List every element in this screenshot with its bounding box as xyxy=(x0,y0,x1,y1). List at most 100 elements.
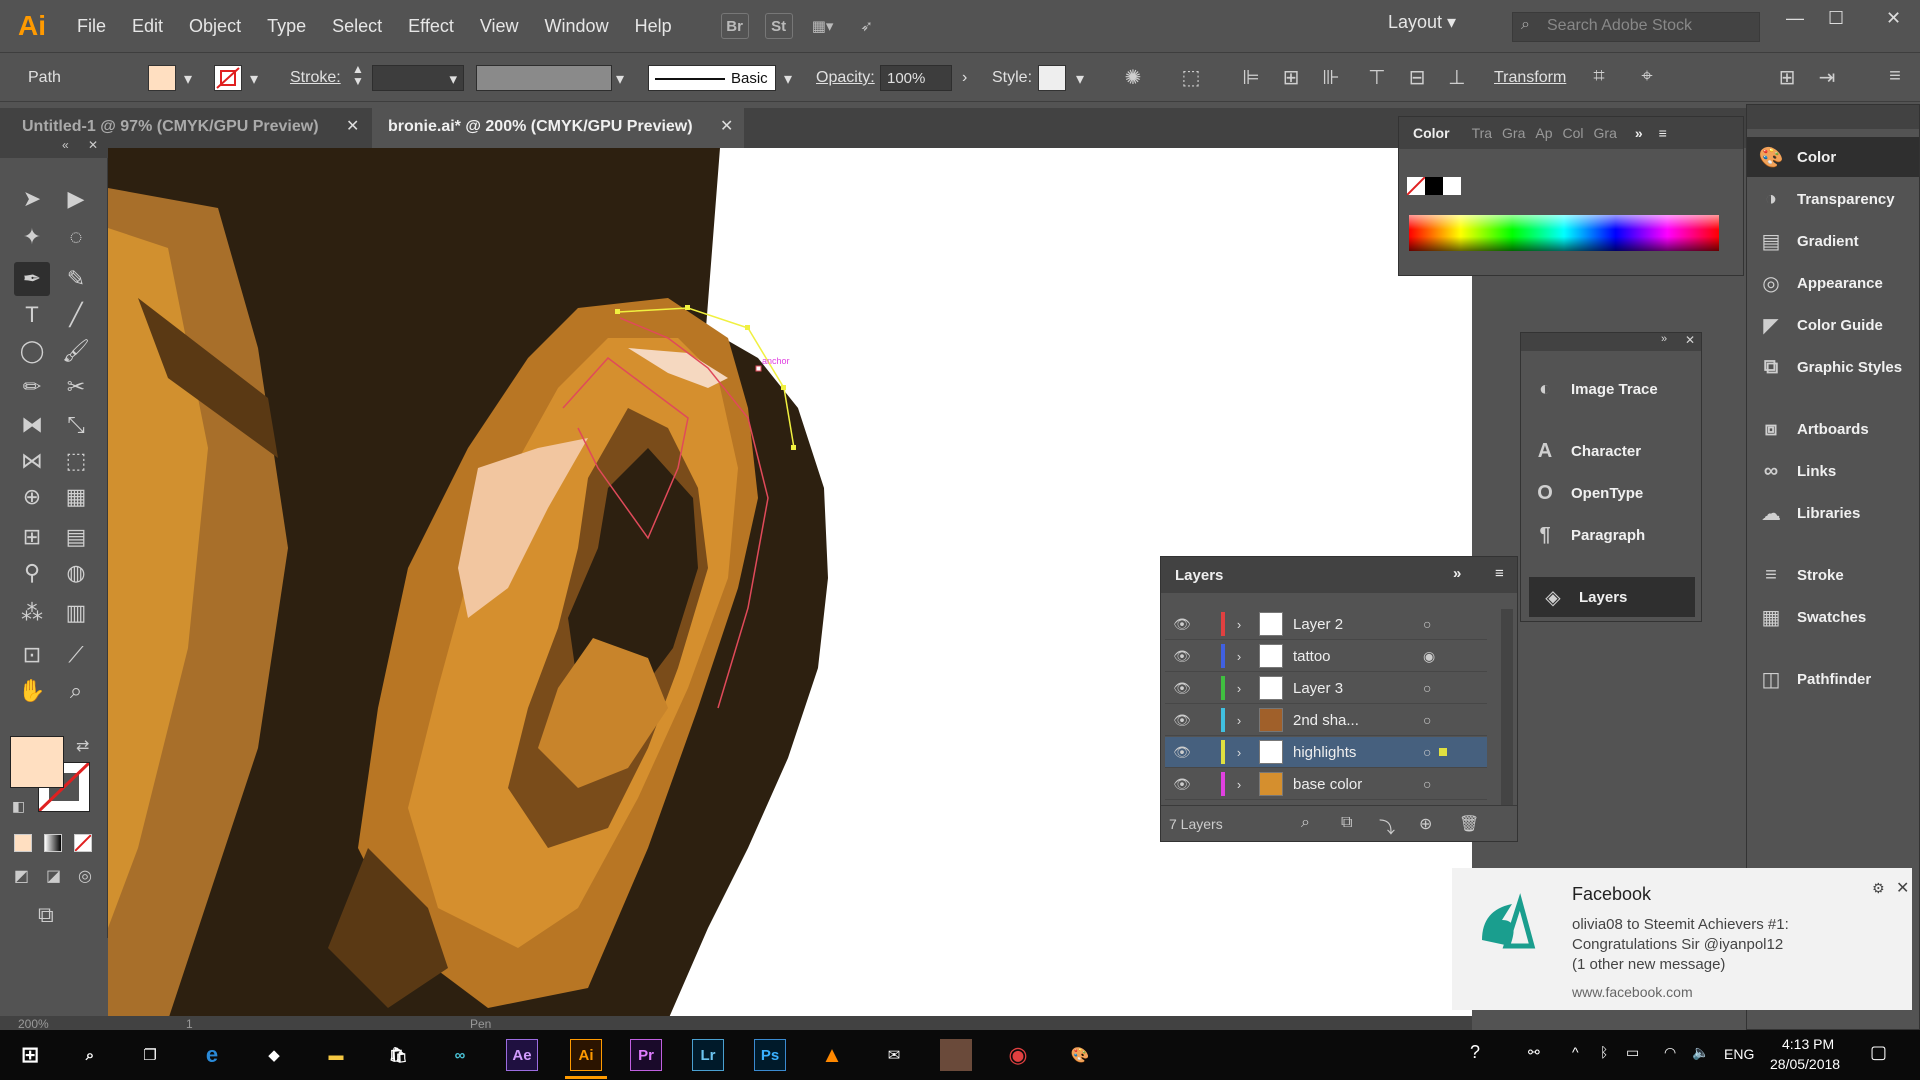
opacity-arrow-icon[interactable]: › xyxy=(962,69,967,87)
layer-name[interactable]: Layer 2 xyxy=(1293,616,1423,633)
menu-select[interactable]: Select xyxy=(319,16,395,37)
visibility-icon[interactable]: 👁 xyxy=(1165,616,1199,633)
isolate-icon[interactable]: ⌗ xyxy=(1586,65,1612,91)
dock-color-guide[interactable]: ◤ Color Guide xyxy=(1747,305,1919,345)
tab-color[interactable]: Color xyxy=(1413,125,1450,141)
clock-time[interactable]: 4:13 PM xyxy=(1782,1036,1834,1052)
photo-app-icon[interactable] xyxy=(940,1039,972,1071)
edit-path-icon[interactable]: ⌖ xyxy=(1634,65,1660,91)
menu-type[interactable]: Type xyxy=(254,16,319,37)
eyedropper-tool-icon[interactable]: ⚲ xyxy=(14,556,50,590)
scale-tool-icon[interactable]: ⤡ xyxy=(58,408,94,442)
target-icon[interactable]: ○ xyxy=(1423,680,1431,696)
vlc-icon[interactable]: ▲ xyxy=(816,1039,848,1071)
panel-menu-icon[interactable]: ≡ xyxy=(1659,125,1667,141)
draw-normal-icon[interactable]: ◩ xyxy=(14,866,29,886)
store-icon[interactable]: 🛍 xyxy=(382,1039,414,1071)
gpu-performance-icon[interactable]: ➶ xyxy=(853,13,881,39)
align-middle-icon[interactable]: ⊟ xyxy=(1404,65,1430,91)
black-swatch[interactable] xyxy=(1425,177,1443,195)
dock-color[interactable]: 🎨 Color xyxy=(1747,137,1919,177)
align-center-icon[interactable]: ⊞ xyxy=(1278,65,1304,91)
profile-dropdown-icon[interactable]: ▾ xyxy=(616,69,624,89)
width-tool-icon[interactable]: ⋈ xyxy=(14,444,50,478)
start-icon[interactable]: ⊞ xyxy=(14,1039,46,1071)
tab-color-guide[interactable]: Col xyxy=(1563,125,1584,141)
menu-view[interactable]: View xyxy=(467,16,532,37)
graphic-style-swatch[interactable] xyxy=(1038,65,1066,91)
align-right-icon[interactable]: ⊪ xyxy=(1318,65,1344,91)
color-spectrum-bar[interactable] xyxy=(1409,215,1719,251)
search-icon[interactable]: ⌕ xyxy=(74,1039,106,1071)
dock-links[interactable]: ∞ Links xyxy=(1747,451,1919,491)
bluetooth-icon[interactable]: ᛒ xyxy=(1600,1044,1608,1060)
delete-layer-icon[interactable]: 🗑 xyxy=(1459,814,1479,834)
draw-inside-icon[interactable]: ◎ xyxy=(78,866,92,886)
layers-scrollbar[interactable] xyxy=(1501,609,1513,805)
dropbox-icon[interactable]: ◆ xyxy=(258,1039,290,1071)
arrange-icon[interactable]: ⊞ xyxy=(1774,65,1800,91)
reflect-tool-icon[interactable]: ⧓ xyxy=(14,408,50,442)
notification-toast[interactable]: Facebook ⚙ ✕ olivia08 to Steemit Achieve… xyxy=(1452,868,1912,1010)
minimize-button[interactable]: — xyxy=(1786,8,1804,29)
gradient-tool-icon[interactable]: ▤ xyxy=(58,520,94,554)
opacity-label[interactable]: Opacity: xyxy=(816,69,875,87)
visibility-icon[interactable]: 👁 xyxy=(1165,776,1199,793)
expand-layer-icon[interactable]: › xyxy=(1225,681,1253,696)
workspace-switcher[interactable]: Layout ▾ xyxy=(1388,12,1456,33)
layer-name[interactable]: 2nd sha... xyxy=(1293,712,1423,729)
shaper-tool-icon[interactable]: ✏ xyxy=(14,370,50,404)
zoom-tool-icon[interactable]: ⌕ xyxy=(58,674,94,708)
dock-appearance[interactable]: ◎ Appearance xyxy=(1747,263,1919,303)
none-swatch[interactable] xyxy=(1406,176,1426,196)
new-layer-icon[interactable]: ⊕ xyxy=(1419,814,1432,834)
mesh-tool-icon[interactable]: ⊞ xyxy=(14,520,50,554)
stock-search-input[interactable]: ⌕ Search Adobe Stock xyxy=(1512,12,1760,42)
bridge-button[interactable]: Br xyxy=(720,13,749,39)
style-dropdown-icon[interactable]: ▾ xyxy=(1076,69,1084,89)
target-icon[interactable]: ○ xyxy=(1423,744,1431,760)
dock-swatches[interactable]: ▦ Swatches xyxy=(1747,597,1919,637)
layer-name[interactable]: Layer 3 xyxy=(1293,680,1423,697)
stock-button[interactable]: St xyxy=(764,13,793,39)
help-icon[interactable]: ? xyxy=(1470,1042,1480,1063)
new-sublayer-icon[interactable]: ⤵ xyxy=(1379,814,1395,838)
symbol-sprayer-tool-icon[interactable]: ⁂ xyxy=(14,596,50,630)
visibility-icon[interactable]: 👁 xyxy=(1165,712,1199,729)
panel-opentype[interactable]: O OpenType xyxy=(1521,473,1693,513)
close-tab-icon[interactable]: ✕ xyxy=(346,116,359,136)
close-tab-icon[interactable]: ✕ xyxy=(720,116,733,136)
clock-date[interactable]: 28/05/2018 xyxy=(1770,1056,1840,1072)
line-tool-icon[interactable]: ╱ xyxy=(58,298,94,332)
transform-link[interactable]: Transform xyxy=(1494,69,1566,87)
layer-row[interactable]: 👁 › Layer 3 ○ xyxy=(1165,673,1487,704)
perspective-grid-tool-icon[interactable]: ▦ xyxy=(58,480,94,514)
wifi-icon[interactable]: ◠ xyxy=(1664,1044,1676,1061)
menu-edit[interactable]: Edit xyxy=(119,16,176,37)
default-colors-icon[interactable]: ◧ xyxy=(12,798,25,815)
infinity-app-icon[interactable]: ∞ xyxy=(444,1039,476,1071)
shape-builder-tool-icon[interactable]: ⊕ xyxy=(14,480,50,514)
paint-icon[interactable]: 🎨 xyxy=(1064,1039,1096,1071)
scissors-tool-icon[interactable]: ✂ xyxy=(58,370,94,404)
hand-tool-icon[interactable]: ✋ xyxy=(14,674,50,708)
dock-graphic-styles[interactable]: ⧉ Graphic Styles xyxy=(1747,347,1919,387)
file-explorer-icon[interactable]: ▬ xyxy=(320,1039,352,1071)
tab-transparency[interactable]: Tra xyxy=(1472,125,1492,141)
draw-behind-icon[interactable]: ◪ xyxy=(46,866,61,886)
show-hidden-icons[interactable]: ^ xyxy=(1572,1044,1579,1060)
layer-name[interactable]: highlights xyxy=(1293,744,1423,761)
stroke-weight-input[interactable]: ▾ xyxy=(372,65,464,91)
language-indicator[interactable]: ENG xyxy=(1724,1046,1754,1062)
panel-layers[interactable]: ◈ Layers xyxy=(1529,577,1695,617)
expand-layer-icon[interactable]: › xyxy=(1225,713,1253,728)
menu-effect[interactable]: Effect xyxy=(395,16,467,37)
collapse-icon[interactable]: « xyxy=(62,138,69,152)
action-center-icon[interactable]: ▢ xyxy=(1870,1042,1887,1063)
opacity-input[interactable]: 100% xyxy=(880,65,952,91)
expand-layer-icon[interactable]: › xyxy=(1225,617,1253,632)
stroke-label[interactable]: Stroke: xyxy=(290,69,341,87)
expand-layer-icon[interactable]: › xyxy=(1225,777,1253,792)
color-mode-icon[interactable] xyxy=(14,834,32,852)
align-to-icon[interactable]: ⬚ xyxy=(1178,65,1204,91)
